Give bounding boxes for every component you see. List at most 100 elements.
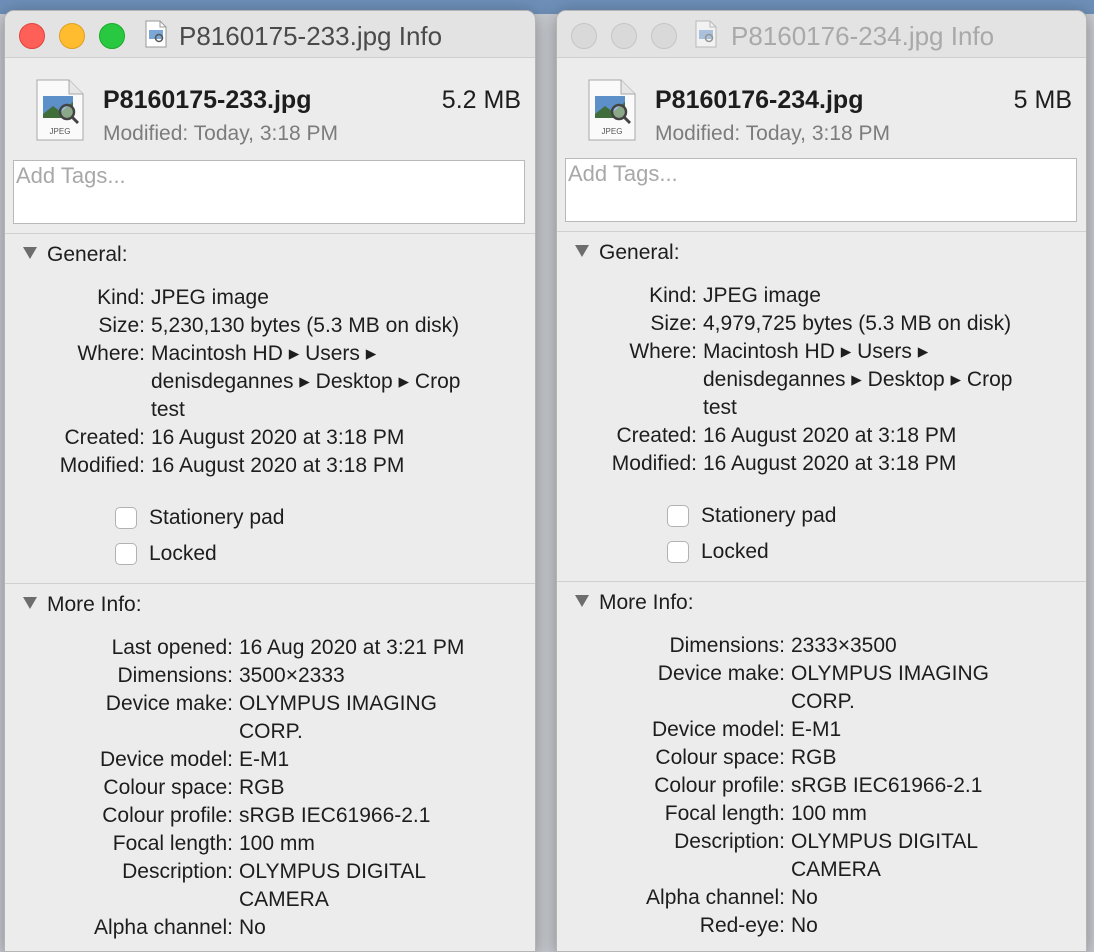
minimize-button[interactable] [611,23,637,49]
checkbox-box[interactable] [115,507,137,529]
info-row: Modified: 16 August 2020 at 3:18 PM [557,450,1086,478]
info-row-label: Kind: [649,284,697,307]
info-row-label: Size: [98,314,145,337]
locked-checkbox[interactable]: Locked [667,540,769,564]
info-row: Dimensions: 2333×3500 [557,632,1086,660]
info-row-label: Dimensions: [669,634,785,657]
zoom-button[interactable] [651,23,677,49]
info-row: Description: OLYMPUS DIGITAL [557,828,1086,856]
info-row: Kind: JPEG image [5,284,535,312]
info-row-label: Created: [64,426,145,449]
stationery-pad-label: Stationery pad [701,504,837,527]
tags-input[interactable] [566,159,1076,221]
disclosure-triangle-icon[interactable] [23,247,37,259]
info-row-label: Kind: [97,286,145,309]
stationery-pad-checkbox[interactable]: Stationery pad [115,506,284,530]
info-row-value: No [791,886,818,909]
info-row-value: 2333×3500 [791,634,897,657]
info-row: Alpha channel: No [5,914,535,942]
locked-checkbox[interactable]: Locked [115,542,217,566]
title-bar[interactable]: P8160175-233.jpg Info [5,11,535,58]
info-row: Focal length: 100 mm [557,800,1086,828]
info-row-label: Modified: [59,454,145,477]
general-section-toggle[interactable]: General: [575,241,680,265]
info-row: Colour space: RGB [557,744,1086,772]
info-row-value: denisdegannes ▸ Desktop ▸ Crop [151,370,461,393]
info-row-value: CORP. [791,690,855,713]
info-row-label: Device make: [105,692,233,715]
info-row: Device model: E-M1 [5,746,535,774]
title-bar[interactable]: P8160176-234.jpg Info [557,11,1086,58]
disclosure-triangle-icon[interactable] [575,245,589,257]
general-section-toggle[interactable]: General: [23,243,128,267]
more-info-section-title: More Info: [47,593,142,616]
info-row-label: Where: [629,340,697,363]
stationery-pad-label: Stationery pad [149,506,285,529]
info-row: Device make: OLYMPUS IMAGING [557,660,1086,688]
file-name: P8160176-234.jpg [655,86,864,114]
tags-input[interactable] [14,161,524,223]
info-row-value: Macintosh HD ▸ Users ▸ [151,342,377,365]
checkbox-box[interactable] [115,543,137,565]
stationery-pad-checkbox[interactable]: Stationery pad [667,504,836,528]
info-row-label: Modified: [611,452,697,475]
file-header: JPEG P8160176-234.jpg 5 MB Modified: Tod… [557,58,1086,154]
info-row-label: Alpha channel: [646,886,785,909]
more-info-rows: Dimensions: 2333×3500 Device make: OLYMPUS … [557,632,1086,940]
info-row-value: 3500×2333 [239,664,345,687]
checkbox-box[interactable] [667,505,689,527]
info-row: Last opened: 16 Aug 2020 at 3:21 PM [5,634,535,662]
info-row-value: OLYMPUS IMAGING [791,662,989,685]
close-button[interactable] [571,23,597,49]
info-row-label: Size: [650,312,697,335]
info-row: CORP. [557,688,1086,716]
tags-field[interactable] [13,160,525,224]
info-row-value: test [703,396,737,419]
tags-field[interactable] [565,158,1077,222]
info-row: denisdegannes ▸ Desktop ▸ Crop [5,368,535,396]
zoom-button[interactable] [99,23,125,49]
disclosure-triangle-icon[interactable] [575,595,589,607]
jpeg-label: JPEG [50,127,71,136]
close-button[interactable] [19,23,45,49]
info-row-value: 100 mm [239,832,315,855]
file-modified: Modified: Today, 3:18 PM [103,122,339,145]
jpeg-file-icon [145,20,167,48]
info-row-label: Description: [674,830,785,853]
info-row: test [557,394,1086,422]
more-info-section-toggle[interactable]: More Info: [23,593,142,617]
window-title: P8160176-234.jpg Info [731,21,995,51]
general-section-title: General: [599,241,680,264]
info-row: Dimensions: 3500×2333 [5,662,535,690]
locked-label: Locked [149,542,217,565]
info-row: Created: 16 August 2020 at 3:18 PM [5,424,535,452]
minimize-button[interactable] [59,23,85,49]
info-row-value: RGB [239,776,285,799]
info-row-value: JPEG image [151,286,269,309]
more-info-section-toggle[interactable]: More Info: [575,591,694,615]
info-row-value: OLYMPUS IMAGING [239,692,437,715]
info-row-label: Device make: [657,662,785,685]
info-window-1: P8160175-233.jpg Info JPEG P8160175-233.… [4,10,536,952]
info-row-value: 16 August 2020 at 3:18 PM [703,452,957,475]
divider [557,581,1086,582]
info-row-value: RGB [791,746,837,769]
info-row-label: Device model: [651,718,785,741]
info-row-value: 4,979,725 bytes (5.3 MB on disk) [703,312,1012,335]
info-row: Description: OLYMPUS DIGITAL [5,858,535,886]
jpeg-label: JPEG [602,127,623,136]
info-row-value: sRGB IEC61966-2.1 [791,774,983,797]
info-row: Colour profile: sRGB IEC61966-2.1 [557,772,1086,800]
info-row-label: Focal length: [664,802,785,825]
info-row: Size: 5,230,130 bytes (5.3 MB on disk) [5,312,535,340]
divider [557,231,1086,232]
info-row: Where: Macintosh HD ▸ Users ▸ [5,340,535,368]
info-row: CAMERA [557,856,1086,884]
checkbox-box[interactable] [667,541,689,563]
info-row: CAMERA [5,886,535,914]
locked-label: Locked [701,540,769,563]
disclosure-triangle-icon[interactable] [23,597,37,609]
info-row: Where: Macintosh HD ▸ Users ▸ [557,338,1086,366]
info-row-value: No [791,914,818,937]
info-row-label: Colour space: [103,776,233,799]
